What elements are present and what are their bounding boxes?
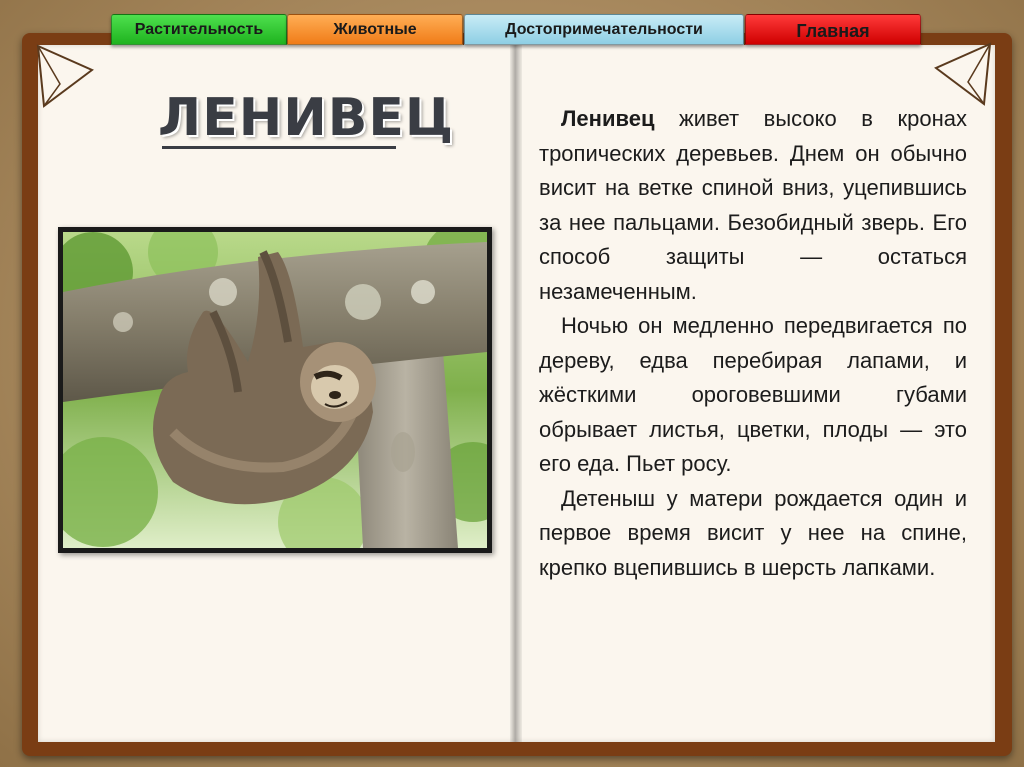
tab-sights[interactable]: Достопримечательности xyxy=(464,14,744,45)
tab-animals[interactable]: Животные xyxy=(287,14,463,45)
paragraph-2: Ночью он медленно передвигается по дерев… xyxy=(539,309,967,482)
tab-vegetation[interactable]: Растительность xyxy=(111,14,287,45)
paragraph-2-text: Ночью он медленно передвигается по дерев… xyxy=(539,313,967,476)
title-underline xyxy=(162,146,396,149)
page-corner-right-icon xyxy=(934,42,992,106)
tab-home[interactable]: Главная xyxy=(745,14,921,45)
article-text: Ленивец живет высоко в кронах тропически… xyxy=(539,102,967,585)
lead-word: Ленивец xyxy=(561,106,655,131)
paragraph-3-text: Детеныш у матери рождается один и первое… xyxy=(539,485,967,580)
paragraph-1: Ленивец живет высоко в кронах тропически… xyxy=(539,102,967,309)
paragraph-1-text: живет высоко в кронах тропических деревь… xyxy=(539,106,967,304)
sloth-photo xyxy=(58,227,492,553)
book-spine xyxy=(510,45,522,742)
page-corner-left-icon xyxy=(36,44,94,108)
paragraph-3: Детеныш у матери рождается один и первое… xyxy=(539,482,967,586)
page-title: ЛЕНИВЕЦ xyxy=(158,88,455,148)
